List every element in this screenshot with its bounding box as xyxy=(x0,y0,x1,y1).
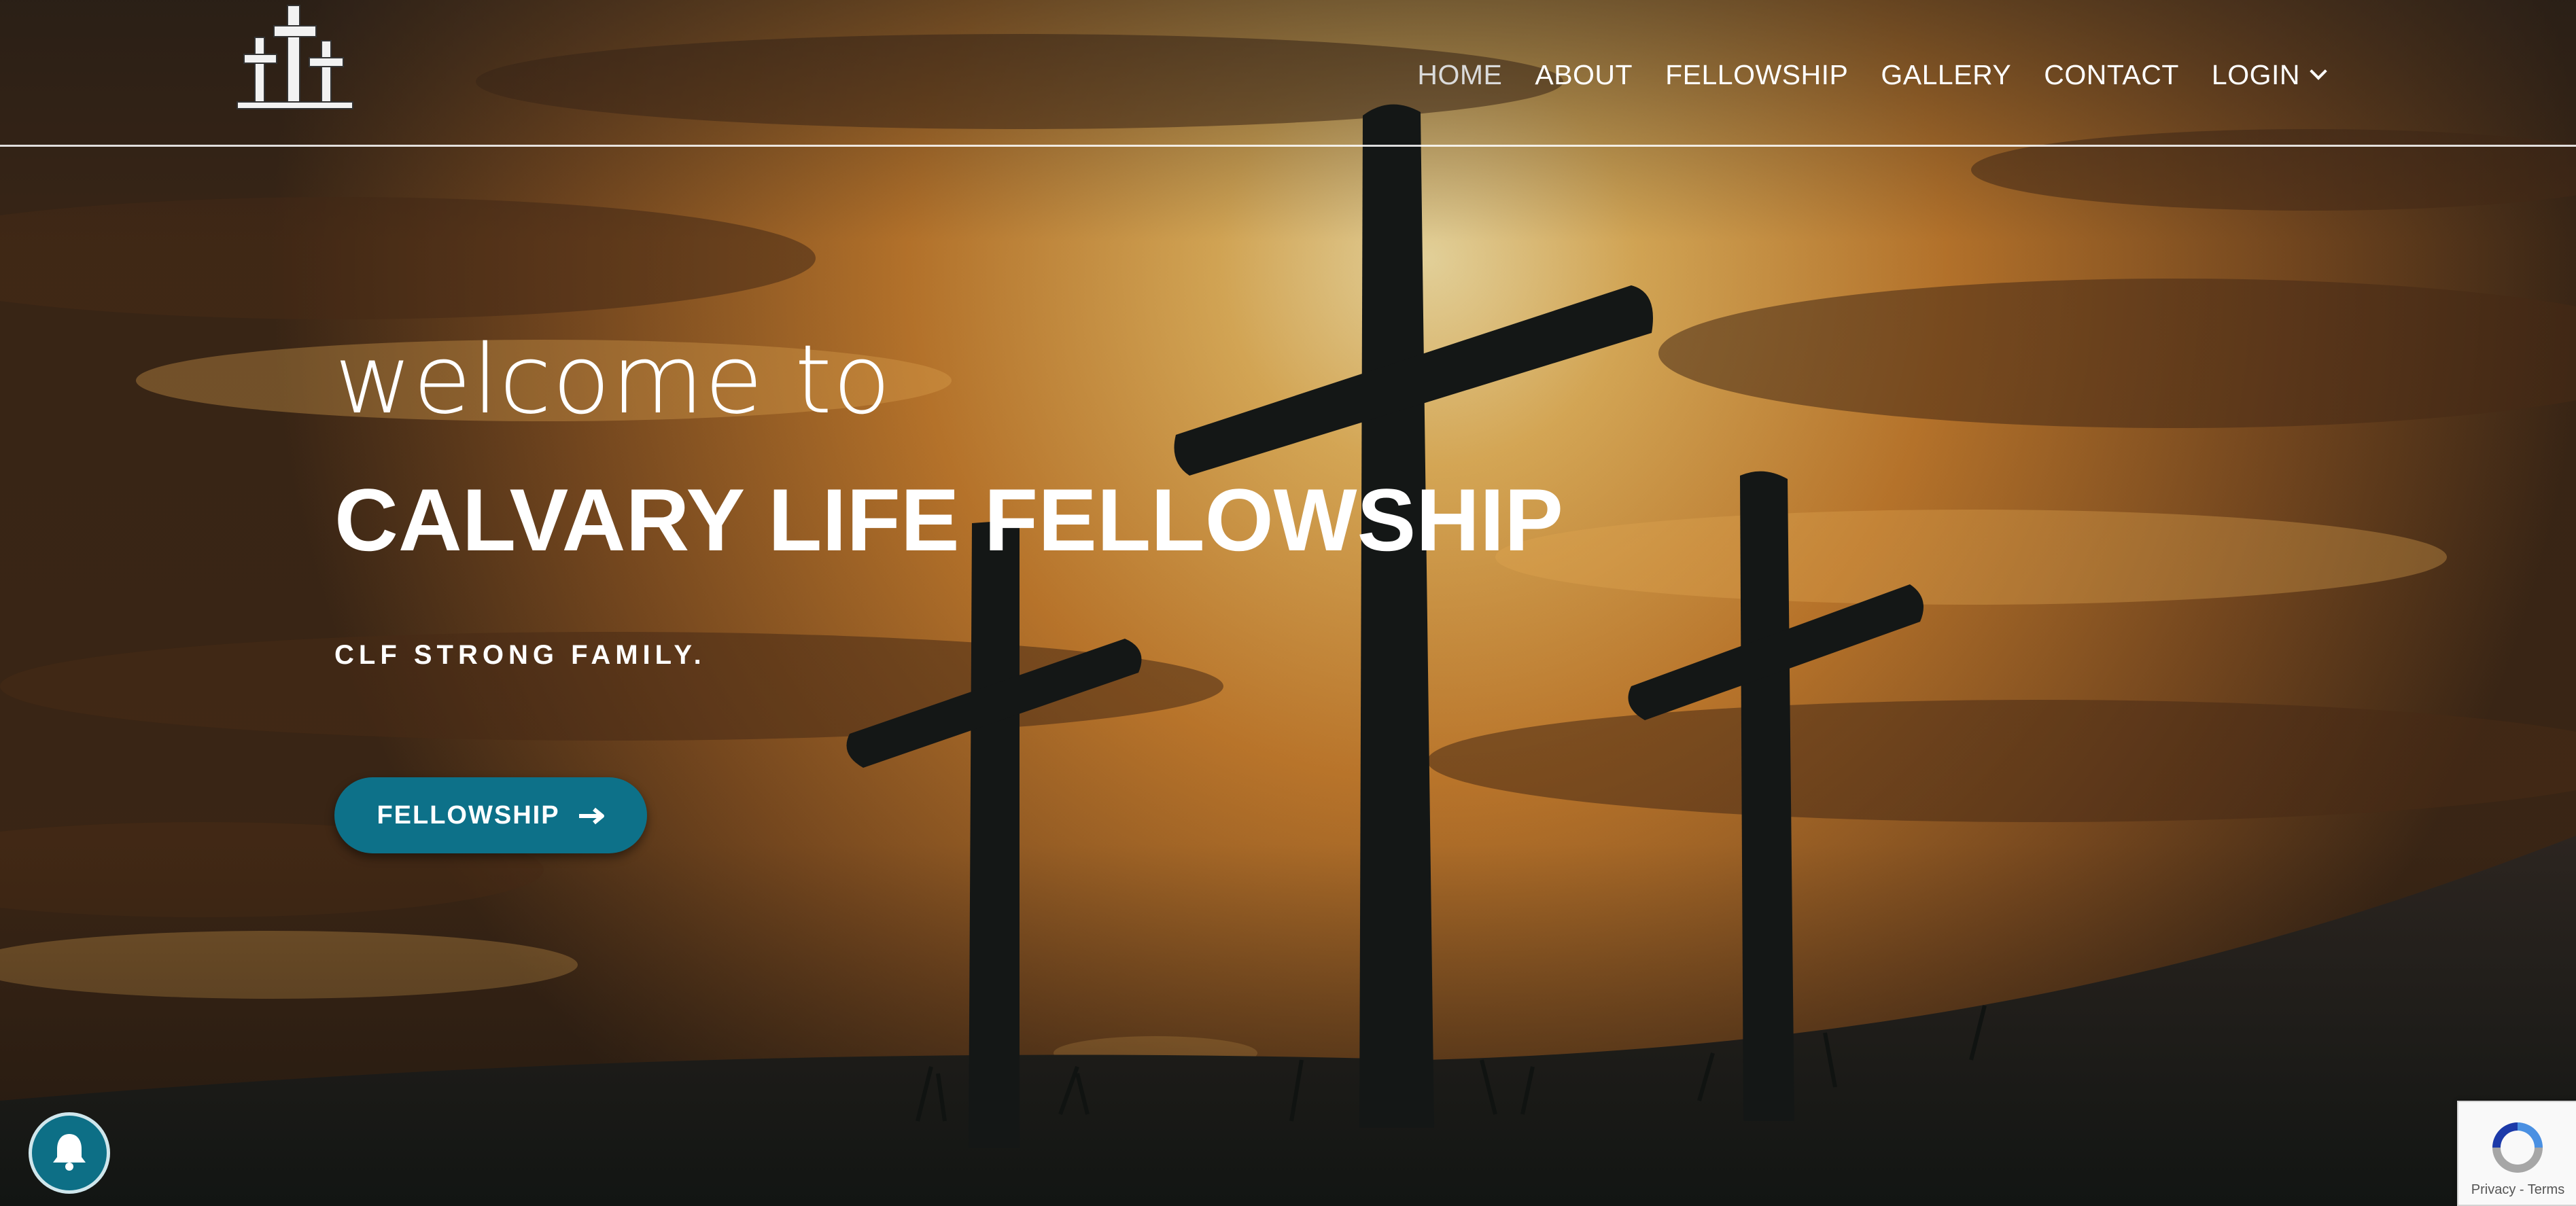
recaptcha-icon xyxy=(2486,1116,2550,1184)
nav-login-label: LOGIN xyxy=(2211,58,2300,90)
arrow-right-icon xyxy=(578,800,605,830)
hero-welcome: welcome to xyxy=(334,325,892,436)
recaptcha-separator: - xyxy=(2516,1182,2528,1197)
recaptcha-privacy-link[interactable]: Privacy xyxy=(2471,1182,2516,1197)
hero-background xyxy=(0,0,2576,1206)
fellowship-button-label: FELLOWSHIP xyxy=(377,800,560,830)
hero-title: CALVARY LIFE FELLOWSHIP xyxy=(334,470,1563,569)
notification-bell-button[interactable] xyxy=(29,1112,110,1194)
fellowship-button[interactable]: FELLOWSHIP xyxy=(334,777,647,853)
nav-about[interactable]: ABOUT xyxy=(1535,59,1633,91)
bell-icon xyxy=(48,1130,91,1177)
recaptcha-terms-link[interactable]: Terms xyxy=(2528,1182,2564,1197)
three-crosses-logo[interactable] xyxy=(234,0,357,116)
nav-home[interactable]: HOME xyxy=(1417,59,1502,91)
recaptcha-badge[interactable]: Privacy - Terms xyxy=(2457,1101,2576,1206)
site-header: HOME ABOUT FELLOWSHIP GALLERY CONTACT LO… xyxy=(0,0,2576,147)
nav-gallery[interactable]: GALLERY xyxy=(1881,59,2011,91)
main-nav: HOME ABOUT FELLOWSHIP GALLERY CONTACT LO… xyxy=(1385,54,2327,95)
hero-tagline: CLF STRONG FAMILY. xyxy=(334,640,706,670)
nav-login[interactable]: LOGIN xyxy=(2211,58,2327,91)
nav-contact[interactable]: CONTACT xyxy=(2044,59,2179,91)
nav-fellowship[interactable]: FELLOWSHIP xyxy=(1665,59,1848,91)
chevron-down-icon xyxy=(2310,63,2327,80)
recaptcha-links: Privacy - Terms xyxy=(2458,1182,2576,1198)
header-divider xyxy=(0,145,2576,147)
